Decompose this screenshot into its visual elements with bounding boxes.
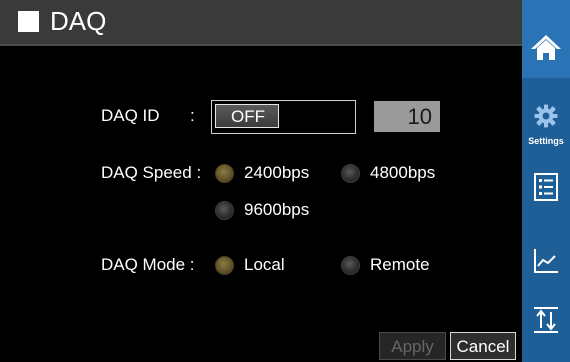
daq-id-off-toggle[interactable]: OFF [215,104,279,128]
sidebar-item-list[interactable] [522,170,570,204]
daq-id-label: DAQ ID [101,106,160,125]
title-bar: DAQ [0,0,522,46]
daq-id-colon: : [190,106,195,125]
speed-4800-radio[interactable] [341,164,360,183]
page-title: DAQ [50,6,107,36]
sidebar: Settings [522,0,570,362]
speed-2400-radio[interactable] [215,164,234,183]
speed-2400-label: 2400bps [244,163,310,182]
speed-4800-label: 4800bps [370,163,436,182]
apply-button[interactable]: Apply [379,332,446,360]
mode-remote-radio[interactable] [341,256,360,275]
sidebar-item-settings[interactable]: Settings [522,96,570,152]
cancel-button[interactable]: Cancel [450,332,516,360]
gear-icon [534,104,558,128]
title-square-icon [18,11,39,32]
home-icon [531,35,561,60]
sidebar-item-settings-label: Settings [528,136,564,146]
list-icon [534,173,558,201]
sidebar-item-home[interactable] [522,0,570,78]
sidebar-item-sort[interactable] [522,304,570,338]
speed-9600-label: 9600bps [244,200,310,219]
mode-local-label: Local [244,255,285,274]
sidebar-item-chart[interactable] [522,244,570,278]
daq-id-value-field[interactable]: 10 [374,101,440,132]
speed-9600-radio[interactable] [215,201,234,220]
mode-remote-label: Remote [370,255,430,274]
chart-icon [534,249,558,273]
sort-icon [534,307,558,333]
daq-mode-label: DAQ Mode : [101,255,195,274]
daq-speed-label: DAQ Speed : [101,163,202,182]
mode-local-radio[interactable] [215,256,234,275]
